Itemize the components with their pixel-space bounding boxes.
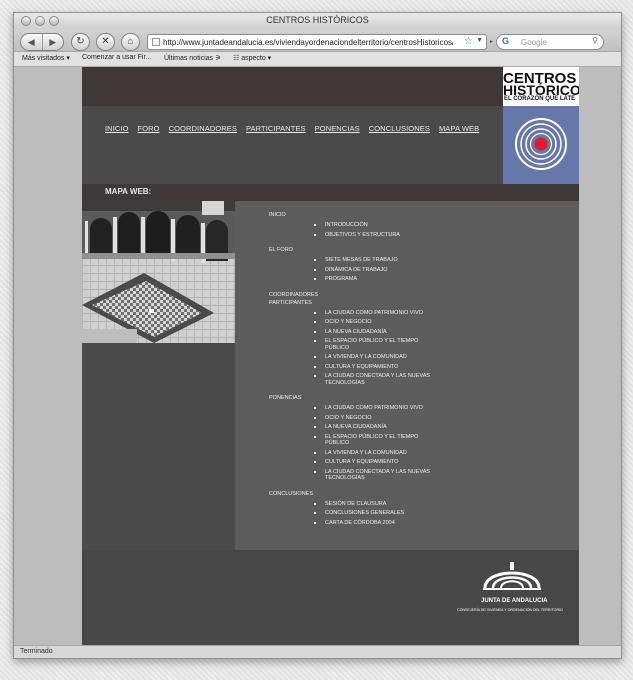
sitemap-link[interactable]: LA CIUDAD COMO PATRIMONIO VIVO — [269, 310, 435, 317]
page-section-title: MAPA WEB: — [105, 187, 152, 196]
home-icon: ⌂ — [127, 36, 134, 47]
sitemap-link[interactable]: CULTURA Y EQUIPAMIENTO — [269, 364, 435, 371]
heart-spiral-icon — [515, 118, 567, 170]
nav-coordinadores[interactable]: COORDINADORES — [169, 124, 237, 133]
sitemap-section-inicio[interactable]: INICIO — [269, 211, 569, 219]
sitemap-link[interactable]: SESIÓN DE CLAUSURA — [269, 501, 435, 508]
sitemap-list-conclusiones: SESIÓN DE CLAUSURA CONCLUSIONES GENERALE… — [269, 501, 569, 527]
junta-arches-icon — [483, 562, 541, 590]
bookmark-aspecto[interactable]: ☷ aspecto ▾ — [233, 54, 271, 62]
back-forward-group: ◀ ▶ — [20, 33, 64, 51]
nav-foro[interactable]: FORO — [138, 124, 160, 133]
search-engine-separator: ▸ — [490, 39, 494, 45]
stop-button[interactable]: ✕ — [96, 33, 115, 51]
sitemap-link[interactable]: CARTA DE CÓRDOBA 2004 — [269, 520, 435, 527]
search-box[interactable]: G ⚲ — [496, 34, 604, 50]
status-text: Terminado — [20, 648, 53, 655]
web-page: INICIO FORO COORDINADORES PARTICIPANTES … — [82, 67, 579, 645]
logo-tagline: EL CORAZÓN QUE LATE — [504, 96, 576, 102]
title-bar: CENTROS HISTÓRICOS — [14, 13, 621, 29]
reload-button[interactable]: ↻ — [71, 33, 90, 51]
back-button[interactable]: ◀ — [21, 34, 43, 50]
footer-logo-subtitle: CONSEJERÍA DE VIVIENDA Y ORDENACIÓN DEL … — [457, 608, 563, 612]
heart-emblem — [503, 106, 579, 184]
sitemap-list-ponencias: LA CIUDAD COMO PATRIMONIO VIVO OCIO Y NE… — [269, 405, 569, 482]
bookmark-getting-started[interactable]: Comenzar a usar Fir... — [82, 54, 151, 61]
bookmark-latest-news[interactable]: Últimas noticias ⚞ — [164, 54, 221, 62]
bookmark-most-visited[interactable]: Más visitados ▾ — [22, 54, 70, 62]
browser-window: CENTROS HISTÓRICOS ◀ ▶ ↻ ✕ ⌂ ☆ ▼ ▸ G ⚲ M… — [13, 12, 622, 659]
sitemap-link[interactable]: LA VIVIENDA Y LA COMUNIDAD — [269, 354, 435, 361]
sitemap-link[interactable]: INTRODUCCIÓN — [269, 222, 435, 229]
footer-logo-title: JUNTA DE ANDALUCIA — [481, 598, 548, 604]
sitemap-link[interactable]: LA CIUDAD CONECTADA Y LAS NUEVAS TECNOLO… — [269, 373, 435, 386]
url-history-dropdown-icon[interactable]: ▼ — [476, 37, 483, 44]
search-icon[interactable]: ⚲ — [592, 36, 598, 45]
stop-icon: ✕ — [101, 36, 110, 47]
sitemap-section-coordinadores[interactable]: COORDINADORES — [269, 291, 569, 299]
sitemap-link[interactable]: LA VIVIENDA Y LA COMUNIDAD — [269, 450, 435, 457]
main-nav: INICIO FORO COORDINADORES PARTICIPANTES … — [105, 124, 479, 133]
left-column — [82, 343, 235, 550]
sitemap-link[interactable]: SIETE MESAS DE TRABAJO — [269, 257, 435, 264]
sitemap-link[interactable]: CONCLUSIONES GENERALES — [269, 510, 435, 517]
nav-ponencias[interactable]: PONENCIAS — [315, 124, 360, 133]
sitemap-link[interactable]: LA NUEVA CIUDADANÍA — [269, 329, 435, 336]
sitemap-tree: INICIO INTRODUCCIÓN OBJETIVOS Y ESTRUCTU… — [269, 211, 569, 529]
nav-inicio[interactable]: INICIO — [105, 124, 129, 133]
sitemap-section-foro[interactable]: EL FORO — [269, 246, 569, 254]
header-top-band — [82, 67, 503, 106]
google-icon[interactable]: G — [502, 36, 509, 46]
sitemap-link[interactable]: LA NUEVA CIUDADANÍA — [269, 424, 435, 431]
courtyard-photo — [82, 201, 235, 343]
sitemap-list-foro: SIETE MESAS DE TRABAJO DINÁMICA DE TRABA… — [269, 257, 569, 283]
sitemap-link[interactable]: LA CIUDAD CONECTADA Y LAS NUEVAS TECNOLO… — [269, 469, 435, 482]
status-bar: Terminado — [14, 645, 621, 658]
reload-icon: ↻ — [76, 36, 85, 47]
page-viewport: INICIO FORO COORDINADORES PARTICIPANTES … — [14, 67, 621, 645]
page-footer: JUNTA DE ANDALUCIA CONSEJERÍA DE VIVIEND… — [82, 550, 579, 645]
centros-historicos-logo[interactable]: CENTROS HISTÓRICOS EL CORAZÓN QUE LATE — [503, 67, 579, 106]
sitemap-link[interactable]: PROGRAMA — [269, 276, 435, 283]
sitemap-list-participantes: LA CIUDAD COMO PATRIMONIO VIVO OCIO Y NE… — [269, 310, 569, 387]
url-input[interactable] — [163, 35, 453, 49]
header-nav-band: INICIO FORO COORDINADORES PARTICIPANTES … — [82, 106, 503, 184]
site-favicon — [152, 38, 160, 46]
nav-conclusiones[interactable]: CONCLUSIONES — [369, 124, 430, 133]
sitemap-list-inicio: INTRODUCCIÓN OBJETIVOS Y ESTRUCTURA — [269, 222, 569, 238]
sitemap-link[interactable]: OCIO Y NEGOCIO — [269, 415, 435, 422]
home-button[interactable]: ⌂ — [121, 33, 140, 51]
sitemap-section-ponencias[interactable]: PONENCIAS — [269, 394, 569, 402]
sitemap-link[interactable]: DINÁMICA DE TRABAJO — [269, 267, 435, 274]
nav-participantes[interactable]: PARTICIPANTES — [246, 124, 306, 133]
sitemap-link[interactable]: CULTURA Y EQUIPAMIENTO — [269, 459, 435, 466]
bookmarks-bar: Más visitados ▾ Comenzar a usar Fir... Ú… — [14, 51, 621, 67]
forward-button[interactable]: ▶ — [43, 34, 64, 50]
window-title: CENTROS HISTÓRICOS — [266, 15, 369, 25]
sitemap-section-participantes[interactable]: PARTICIPANTES — [269, 299, 569, 307]
sitemap-link[interactable]: EL ESPACIO PÚBLICO Y EL TIEMPO PÚBLICO — [269, 338, 435, 351]
courtyard-image — [82, 201, 235, 343]
address-bar[interactable]: ☆ ▼ — [147, 34, 487, 50]
sitemap-link[interactable]: LA CIUDAD COMO PATRIMONIO VIVO — [269, 405, 435, 412]
sitemap-link[interactable]: EL ESPACIO PÚBLICO Y EL TIEMPO PÚBLICO — [269, 434, 435, 447]
sitemap-section-conclusiones[interactable]: CONCLUSIONES — [269, 490, 569, 498]
nav-mapa-web[interactable]: MAPA WEB — [439, 124, 479, 133]
section-title-band: MAPA WEB: — [82, 184, 579, 201]
search-input[interactable] — [521, 35, 591, 49]
bookmark-star-icon[interactable]: ☆ — [464, 36, 473, 47]
junta-de-andalucia-logo[interactable]: JUNTA DE ANDALUCIA CONSEJERÍA DE VIVIEND… — [457, 558, 567, 622]
sitemap-link[interactable]: OCIO Y NEGOCIO — [269, 319, 435, 326]
sitemap-link[interactable]: OBJETIVOS Y ESTRUCTURA — [269, 232, 435, 239]
sitemap-panel: INICIO INTRODUCCIÓN OBJETIVOS Y ESTRUCTU… — [235, 201, 579, 550]
